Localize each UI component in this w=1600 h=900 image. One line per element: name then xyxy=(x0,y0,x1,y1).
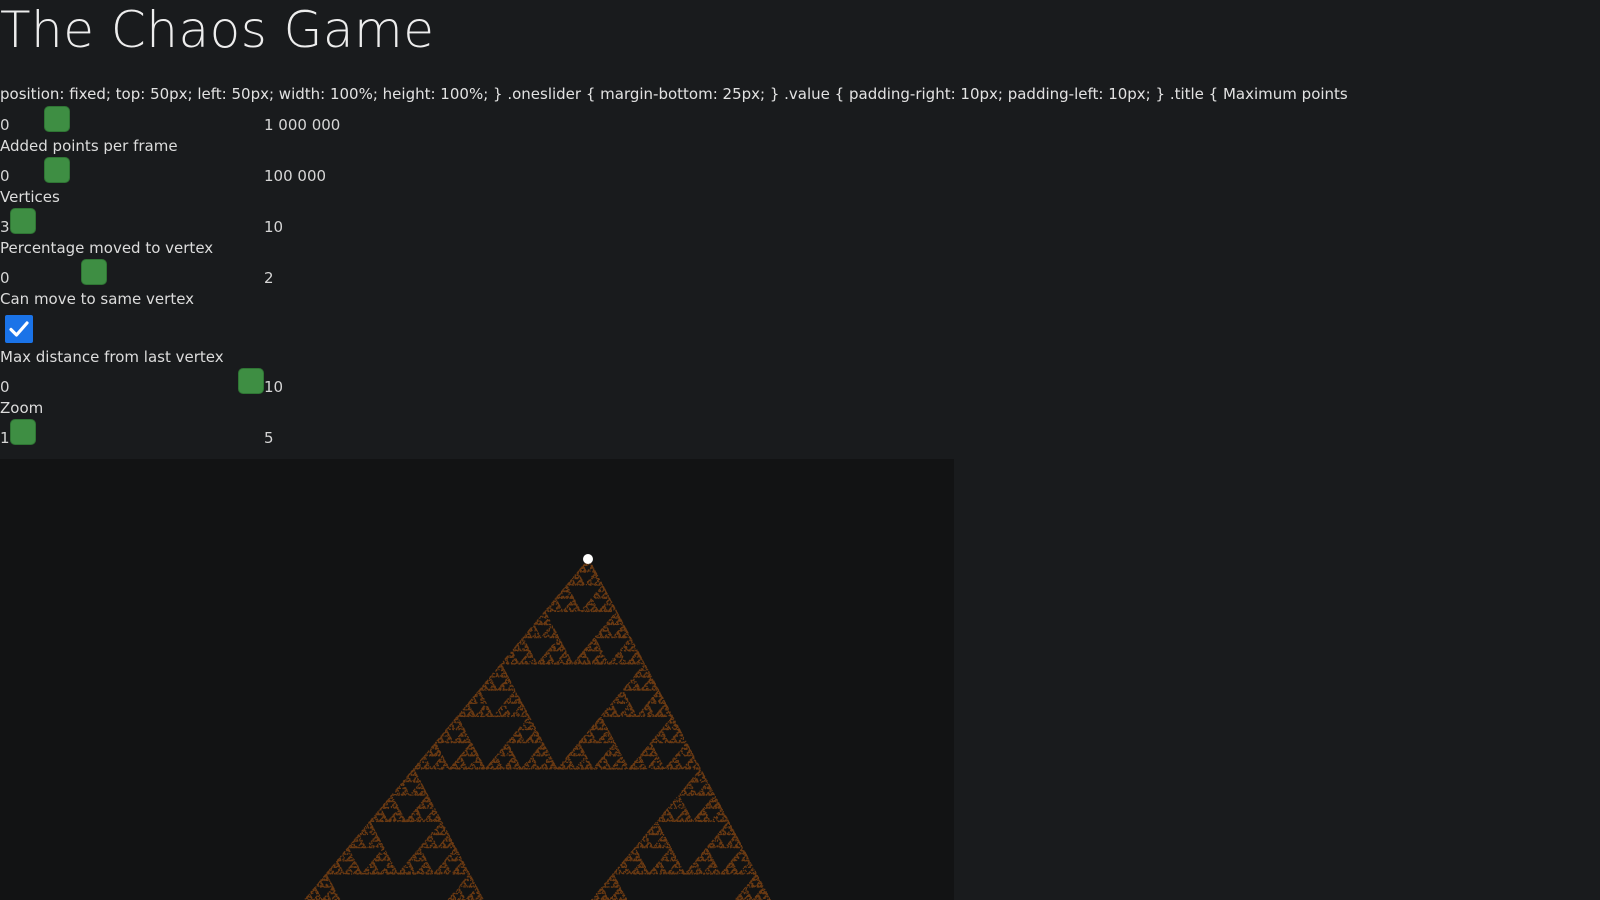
slider-thumb[interactable] xyxy=(81,259,107,285)
slider-max-value: 1 000 000 xyxy=(264,116,340,134)
sierpinski-fractal xyxy=(0,459,954,900)
slider-thumb[interactable] xyxy=(238,368,264,394)
slider-thumb[interactable] xyxy=(10,419,36,445)
same-vertex-checkbox[interactable] xyxy=(5,315,33,343)
slider-min-value: 0 xyxy=(0,269,10,287)
fractal-points xyxy=(305,559,771,900)
slider-max-value: 10 xyxy=(264,378,283,396)
slider-min-value: 3 xyxy=(0,218,10,236)
vertex-marker xyxy=(583,554,593,564)
slider-label: Added points per frame xyxy=(0,137,178,155)
checkmark-icon xyxy=(7,317,31,341)
slider-label: Zoom xyxy=(0,399,43,417)
slider-track[interactable] xyxy=(10,368,264,394)
page-title: The Chaos Game xyxy=(0,2,435,58)
slider-track[interactable] xyxy=(10,106,264,132)
slider-track[interactable] xyxy=(10,208,264,234)
chaos-game-canvas[interactable] xyxy=(0,459,954,900)
slider-thumb[interactable] xyxy=(10,208,36,234)
slider-max-value: 100 000 xyxy=(264,167,326,185)
leaked-css-text: position: fixed; top: 50px; left: 50px; … xyxy=(0,85,1348,103)
slider-track[interactable] xyxy=(10,259,264,285)
slider-max-value: 2 xyxy=(264,269,274,287)
slider-min-value: 0 xyxy=(0,167,10,185)
slider-min-value: 1 xyxy=(0,429,10,447)
slider-max-value: 5 xyxy=(264,429,274,447)
slider-label: Vertices xyxy=(0,188,60,206)
slider-min-value: 0 xyxy=(0,378,10,396)
slider-label: Percentage moved to vertex xyxy=(0,239,213,257)
slider-track[interactable] xyxy=(10,157,264,183)
checkbox-label: Can move to same vertex xyxy=(0,290,194,308)
slider-label: Max distance from last vertex xyxy=(0,348,224,366)
slider-thumb[interactable] xyxy=(44,157,70,183)
slider-min-value: 0 xyxy=(0,116,10,134)
chaos-game-page: The Chaos Game position: fixed; top: 50p… xyxy=(0,0,1600,900)
slider-max-value: 10 xyxy=(264,218,283,236)
slider-track[interactable] xyxy=(10,419,264,445)
slider-thumb[interactable] xyxy=(44,106,70,132)
